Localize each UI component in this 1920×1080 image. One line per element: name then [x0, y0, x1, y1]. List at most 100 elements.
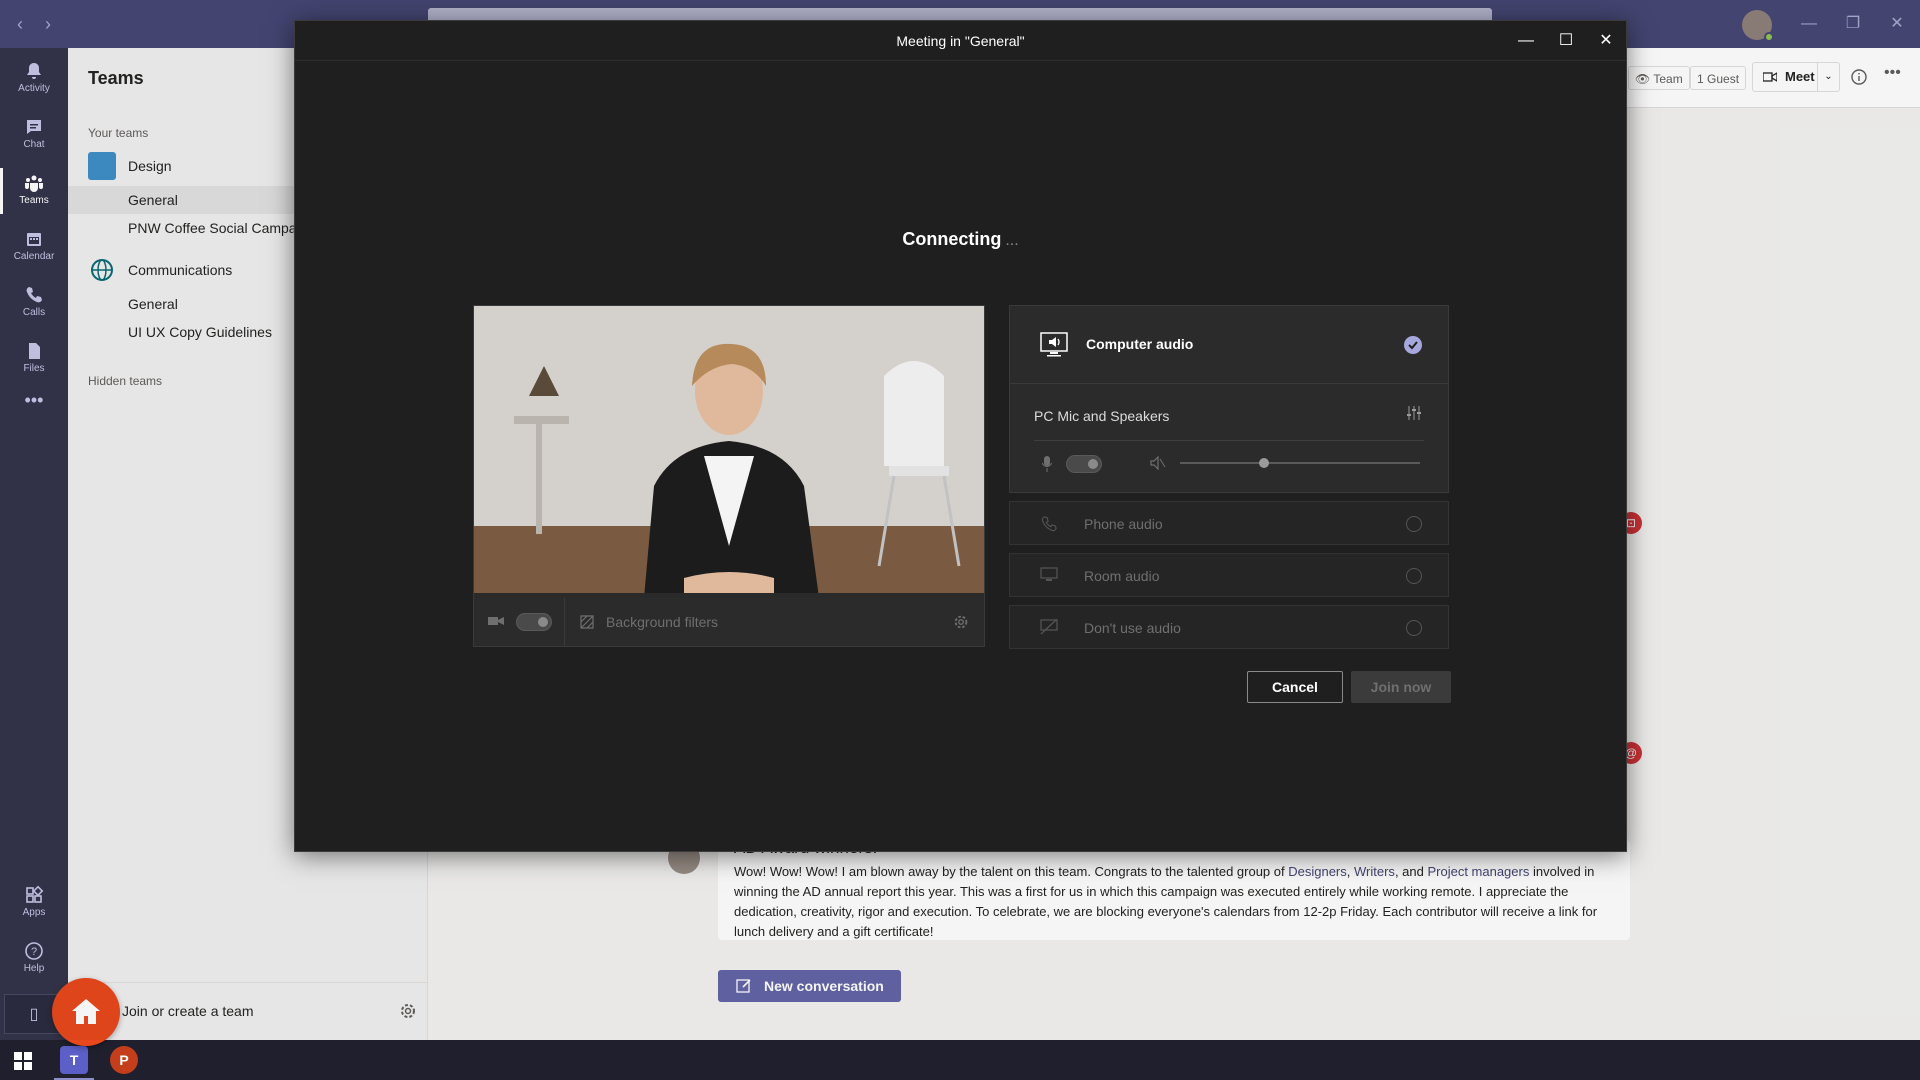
home-icon [72, 999, 100, 1024]
teams-icon [25, 175, 43, 192]
post-text: Wow! Wow! Wow! I am blown away by the ta… [734, 864, 1289, 879]
toggle-knob [1088, 459, 1098, 469]
dialog-minimize-icon[interactable]: — [1506, 21, 1546, 61]
forward-icon[interactable]: › [38, 14, 58, 34]
device-settings-gear-icon[interactable] [952, 613, 970, 631]
rail-apps[interactable]: Apps [0, 876, 68, 930]
divider [1034, 440, 1424, 441]
join-create-label: Join or create a team [122, 1003, 254, 1019]
computer-audio-label: Computer audio [1086, 336, 1194, 352]
phone-audio-option[interactable]: Phone audio [1009, 501, 1449, 545]
meeting-dialog: Meeting in "General" — ☐ ✕ Connecting... [294, 20, 1627, 852]
mention-designers[interactable]: Designers [1288, 864, 1347, 879]
rail-label: Teams [19, 195, 49, 206]
dialog-maximize-icon[interactable]: ☐ [1546, 21, 1586, 61]
chevron-down-icon[interactable]: ⌄ [1817, 63, 1839, 91]
selected-check-icon [1404, 336, 1422, 354]
radio-button[interactable] [1406, 568, 1422, 584]
hidden-teams-heading[interactable]: Hidden teams [88, 374, 162, 388]
camera-toggle[interactable] [516, 613, 552, 631]
toggle-knob [538, 617, 548, 627]
rail-help[interactable]: ? Help [0, 932, 68, 986]
powerpoint-taskbar-icon[interactable]: P [110, 1046, 138, 1074]
rail-teams[interactable]: Teams [0, 164, 68, 218]
restore-icon[interactable]: ❐ [1838, 10, 1868, 38]
post-body: Wow! Wow! Wow! I am blown away by the ta… [734, 862, 1614, 940]
background-filters-icon [580, 615, 594, 629]
more-apps-icon[interactable]: ••• [0, 390, 68, 420]
chat-icon [27, 120, 41, 134]
rail-label: Chat [23, 139, 45, 150]
rail-files[interactable]: Files [0, 332, 68, 386]
meet-label: Meet [1785, 69, 1815, 84]
post-separator: , and [1394, 864, 1428, 879]
phone-icon [26, 287, 42, 303]
join-now-button[interactable]: Join now [1351, 671, 1451, 703]
no-audio-icon [1040, 619, 1058, 635]
radio-button[interactable] [1406, 516, 1422, 532]
camera-icon [1763, 72, 1777, 82]
loading-dots: ... [1005, 232, 1019, 249]
status-text: Connecting [902, 229, 1002, 249]
dialog-close-icon[interactable]: ✕ [1586, 21, 1626, 61]
background-filters-button[interactable]: Background filters [606, 614, 718, 630]
rail-label: Calendar [13, 251, 55, 262]
mention-writers[interactable]: Writers [1354, 864, 1395, 879]
panel-title: Teams [88, 68, 144, 88]
user-avatar[interactable] [1742, 10, 1774, 42]
divider [564, 598, 565, 646]
more-options-icon[interactable]: ••• [1884, 64, 1901, 82]
rail-label: Activity [18, 83, 50, 94]
dialog-title: Meeting in "General" [295, 21, 1626, 61]
volume-slider-handle[interactable] [1259, 458, 1269, 468]
info-icon[interactable] [1850, 68, 1868, 86]
cancel-button[interactable]: Cancel [1247, 671, 1343, 703]
team-design[interactable]: Design [88, 152, 172, 180]
guest-chip[interactable]: 1 Guest [1690, 66, 1747, 90]
rail-calls[interactable]: Calls [0, 276, 68, 330]
video-controls: Background filters [474, 598, 984, 646]
home-button[interactable] [52, 978, 120, 1046]
gear-icon[interactable] [398, 1001, 418, 1021]
room-audio-label: Room audio [1084, 568, 1160, 584]
teams-taskbar-icon[interactable]: T [54, 1046, 94, 1080]
no-audio-option[interactable]: Don't use audio [1009, 605, 1449, 649]
presence-status-icon [1764, 32, 1774, 42]
team-communications[interactable]: Communications [88, 256, 232, 284]
compose-icon [736, 979, 751, 993]
close-icon[interactable]: ✕ [1882, 10, 1912, 38]
minimize-icon[interactable]: — [1794, 10, 1824, 38]
computer-audio-card[interactable]: Computer audio PC Mic and Speakers [1009, 305, 1449, 493]
radio-button[interactable] [1406, 620, 1422, 636]
rail-label: Calls [22, 307, 46, 318]
windows-start-icon[interactable] [14, 1052, 32, 1070]
rail-calendar[interactable]: Calendar [0, 220, 68, 274]
team-name: Design [128, 158, 172, 174]
new-conversation-label: New conversation [764, 978, 884, 994]
microphone-toggle[interactable] [1066, 455, 1102, 473]
rail-chat[interactable]: Chat [0, 108, 68, 162]
room-audio-icon [1040, 567, 1058, 581]
mention-project-managers[interactable]: Project managers [1427, 864, 1529, 879]
microphone-icon [1042, 456, 1052, 472]
rail-label: Files [23, 363, 45, 374]
rail-activity[interactable]: Activity [0, 52, 68, 106]
speaker-icon [1150, 456, 1166, 470]
back-icon[interactable]: ‹ [10, 14, 30, 34]
globe-icon [91, 259, 113, 281]
meet-button[interactable]: Meet ⌄ [1752, 62, 1840, 92]
bell-icon [27, 63, 41, 79]
team-chip[interactable]: 👁 Team [1628, 66, 1690, 90]
join-create-team[interactable]: Join or create a team [68, 982, 428, 1040]
apps-icon [26, 885, 44, 903]
post-card: AD Award winners! Wow! Wow! Wow! I am bl… [718, 840, 1630, 940]
team-avatar [88, 152, 116, 180]
audio-adjust-icon[interactable] [1406, 406, 1422, 420]
computer-audio-row[interactable]: Computer audio [1010, 306, 1448, 384]
room-audio-option[interactable]: Room audio [1009, 553, 1449, 597]
your-teams-heading: Your teams [88, 126, 149, 140]
team-chip-label: Team [1653, 72, 1683, 86]
help-icon: ? [25, 942, 43, 960]
volume-slider[interactable] [1180, 462, 1420, 464]
new-conversation-button[interactable]: New conversation [718, 970, 901, 1002]
